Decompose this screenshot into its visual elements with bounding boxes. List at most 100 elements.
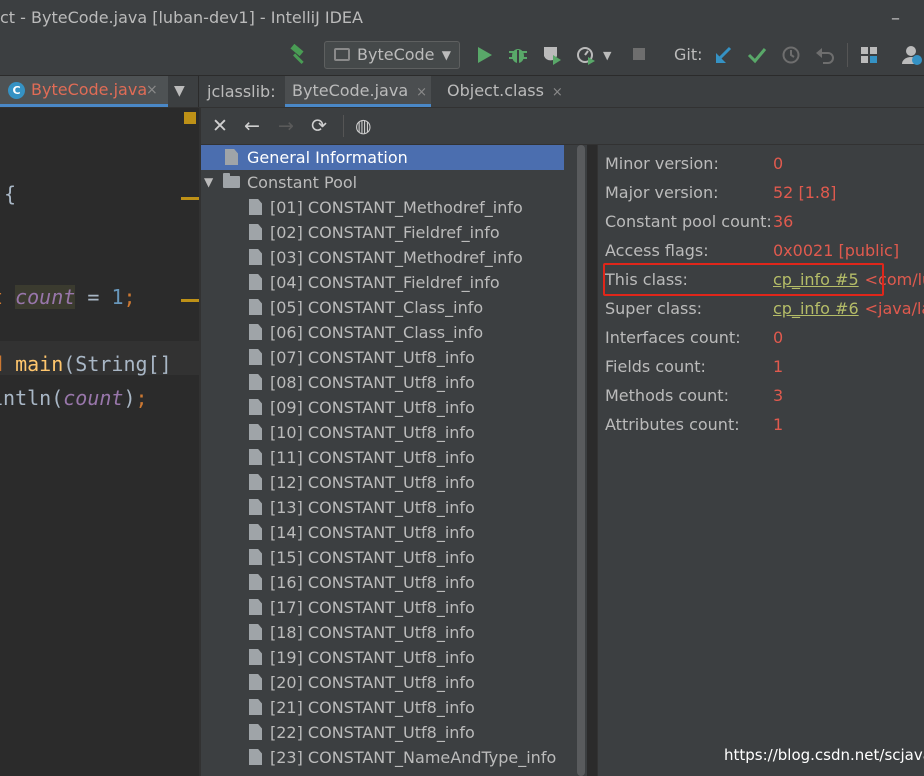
- tree-item-constant-pool-entry[interactable]: [04] CONSTANT_Fieldref_info: [201, 270, 577, 295]
- chevron-down-icon: ▼: [441, 48, 451, 62]
- info-key: Attributes count:: [605, 415, 740, 434]
- window-title: ct - ByteCode.java [luban-dev1] - Intell…: [0, 8, 363, 27]
- tree-item-constant-pool-entry[interactable]: [09] CONSTANT_Utf8_info: [201, 395, 577, 420]
- browser-icon[interactable]: ◍: [355, 108, 372, 144]
- tree-item-label: [19] CONSTANT_Utf8_info: [270, 648, 475, 667]
- run-icon[interactable]: [476, 45, 494, 65]
- error-stripe-marker: [181, 299, 199, 302]
- tree-item-general-information[interactable]: General Information: [201, 145, 564, 170]
- code-token: intln(: [0, 386, 64, 410]
- class-structure-tree[interactable]: General Information ▼ Constant Pool [01]…: [201, 145, 577, 776]
- scrollbar-thumb[interactable]: [577, 145, 585, 776]
- refresh-icon[interactable]: ⟳: [311, 108, 327, 144]
- tree-item-constant-pool-entry[interactable]: [07] CONSTANT_Utf8_info: [201, 345, 577, 370]
- tree-item-constant-pool-entry[interactable]: [20] CONSTANT_Utf8_info: [201, 670, 577, 695]
- close-icon[interactable]: ×: [146, 76, 158, 104]
- tree-item-constant-pool-entry[interactable]: [13] CONSTANT_Utf8_info: [201, 495, 577, 520]
- git-label: Git:: [674, 45, 703, 64]
- file-icon: [249, 324, 262, 340]
- coverage-icon[interactable]: [541, 44, 563, 66]
- file-icon: [249, 574, 262, 590]
- profile-dropdown-icon[interactable]: ▼: [603, 45, 611, 67]
- info-row: Fields count: 1: [598, 352, 924, 381]
- tree-item-label: [13] CONSTANT_Utf8_info: [270, 498, 475, 517]
- close-icon[interactable]: ×: [552, 85, 563, 100]
- tab-label: Object.class: [447, 81, 544, 100]
- info-key: Constant pool count:: [605, 212, 772, 231]
- tree-item-constant-pool-entry[interactable]: [18] CONSTANT_Utf8_info: [201, 620, 577, 645]
- file-icon: [249, 649, 262, 665]
- code-token: d: [0, 352, 15, 376]
- info-value: cp_info #6 <java/lan: [773, 294, 924, 323]
- info-row: Major version: 52 [1.8]: [598, 178, 924, 207]
- code-editor[interactable]: {t count = 1;d main(String[] intln(count…: [0, 108, 199, 776]
- info-row: Minor version: 0: [598, 149, 924, 178]
- debug-icon[interactable]: [507, 44, 529, 66]
- main-toolbar: ByteCode ▼ ▼ Git:: [0, 35, 924, 76]
- code-token: ): [123, 386, 136, 410]
- stop-icon[interactable]: [631, 46, 647, 62]
- tree-item-label: [15] CONSTANT_Utf8_info: [270, 548, 475, 567]
- tree-item-constant-pool[interactable]: ▼ Constant Pool: [201, 170, 577, 195]
- git-update-icon[interactable]: [714, 45, 734, 65]
- file-icon: [249, 599, 262, 615]
- profile-icon[interactable]: [575, 44, 597, 66]
- project-structure-icon[interactable]: [859, 45, 879, 65]
- code-line: {: [4, 181, 16, 207]
- tab-jclasslib-object-class[interactable]: Object.class ×: [441, 76, 569, 107]
- tree-item-constant-pool-entry[interactable]: [12] CONSTANT_Utf8_info: [201, 470, 577, 495]
- history-icon[interactable]: [781, 45, 801, 65]
- chevron-down-icon[interactable]: ▼: [174, 76, 185, 106]
- tree-item-constant-pool-entry[interactable]: [06] CONSTANT_Class_info: [201, 320, 577, 345]
- configuration-icon: [334, 48, 350, 61]
- forward-arrow-icon[interactable]: →: [278, 108, 294, 144]
- tree-item-constant-pool-entry[interactable]: [01] CONSTANT_Methodref_info: [201, 195, 577, 220]
- code-token: =: [75, 285, 112, 309]
- code-token: {: [4, 182, 17, 206]
- tree-item-constant-pool-entry[interactable]: [21] CONSTANT_Utf8_info: [201, 695, 577, 720]
- tree-item-constant-pool-entry[interactable]: [05] CONSTANT_Class_info: [201, 295, 577, 320]
- tree-item-constant-pool-entry[interactable]: [11] CONSTANT_Utf8_info: [201, 445, 577, 470]
- tree-item-constant-pool-entry[interactable]: [10] CONSTANT_Utf8_info: [201, 420, 577, 445]
- close-icon[interactable]: ×: [416, 85, 427, 100]
- run-configuration-select[interactable]: ByteCode ▼: [324, 41, 460, 69]
- tree-item-constant-pool-entry[interactable]: [08] CONSTANT_Utf8_info: [201, 370, 577, 395]
- tree-scrollbar[interactable]: [576, 145, 587, 776]
- rollback-icon[interactable]: [815, 45, 835, 65]
- tree-item-label: [17] CONSTANT_Utf8_info: [270, 598, 475, 617]
- tree-item-label: [07] CONSTANT_Utf8_info: [270, 348, 475, 367]
- tree-item-constant-pool-entry[interactable]: [23] CONSTANT_NameAndType_info: [201, 745, 577, 770]
- tree-item-constant-pool-entry[interactable]: [16] CONSTANT_Utf8_info: [201, 570, 577, 595]
- tab-jclasslib-bytecode-java[interactable]: ByteCode.java ×: [285, 76, 431, 107]
- annotation-highlight-box: [603, 263, 884, 296]
- cp-info-link[interactable]: cp_info #6: [773, 299, 859, 318]
- git-commit-icon[interactable]: [747, 45, 767, 65]
- tree-item-constant-pool-entry[interactable]: [17] CONSTANT_Utf8_info: [201, 595, 577, 620]
- title-bar: ct - ByteCode.java [luban-dev1] - Intell…: [0, 0, 924, 35]
- tree-item-constant-pool-entry[interactable]: [19] CONSTANT_Utf8_info: [201, 645, 577, 670]
- tree-item-label: [04] CONSTANT_Fieldref_info: [270, 273, 500, 292]
- minimize-button[interactable]: –: [891, 8, 900, 29]
- toolbar-separator: [343, 115, 344, 137]
- tree-item-constant-pool-entry[interactable]: [14] CONSTANT_Utf8_info: [201, 520, 577, 545]
- close-icon[interactable]: ✕: [212, 108, 228, 144]
- file-icon: [249, 499, 262, 515]
- tree-item-constant-pool-entry[interactable]: [02] CONSTANT_Fieldref_info: [201, 220, 577, 245]
- code-token: count: [63, 386, 124, 410]
- tree-item-label: [16] CONSTANT_Utf8_info: [270, 573, 475, 592]
- tree-item-constant-pool-entry[interactable]: [22] CONSTANT_Utf8_info: [201, 720, 577, 745]
- info-row: Attributes count: 1: [598, 410, 924, 439]
- user-icon[interactable]: [901, 44, 923, 66]
- info-row: Methods count: 3: [598, 381, 924, 410]
- tree-item-label: [06] CONSTANT_Class_info: [270, 323, 484, 342]
- tab-bytecode-java[interactable]: C ByteCode.java ×: [0, 76, 168, 107]
- tab-divider: [198, 76, 199, 107]
- hammer-icon[interactable]: [288, 44, 310, 66]
- tree-item-label: [12] CONSTANT_Utf8_info: [270, 473, 475, 492]
- info-row: Access flags: 0x0021 [public]: [598, 236, 924, 265]
- tree-item-constant-pool-entry[interactable]: [15] CONSTANT_Utf8_info: [201, 545, 577, 570]
- expand-caret-icon[interactable]: ▼: [204, 170, 213, 195]
- tree-item-constant-pool-entry[interactable]: [03] CONSTANT_Methodref_info: [201, 245, 577, 270]
- file-icon: [249, 474, 262, 490]
- back-arrow-icon[interactable]: ←: [244, 108, 260, 144]
